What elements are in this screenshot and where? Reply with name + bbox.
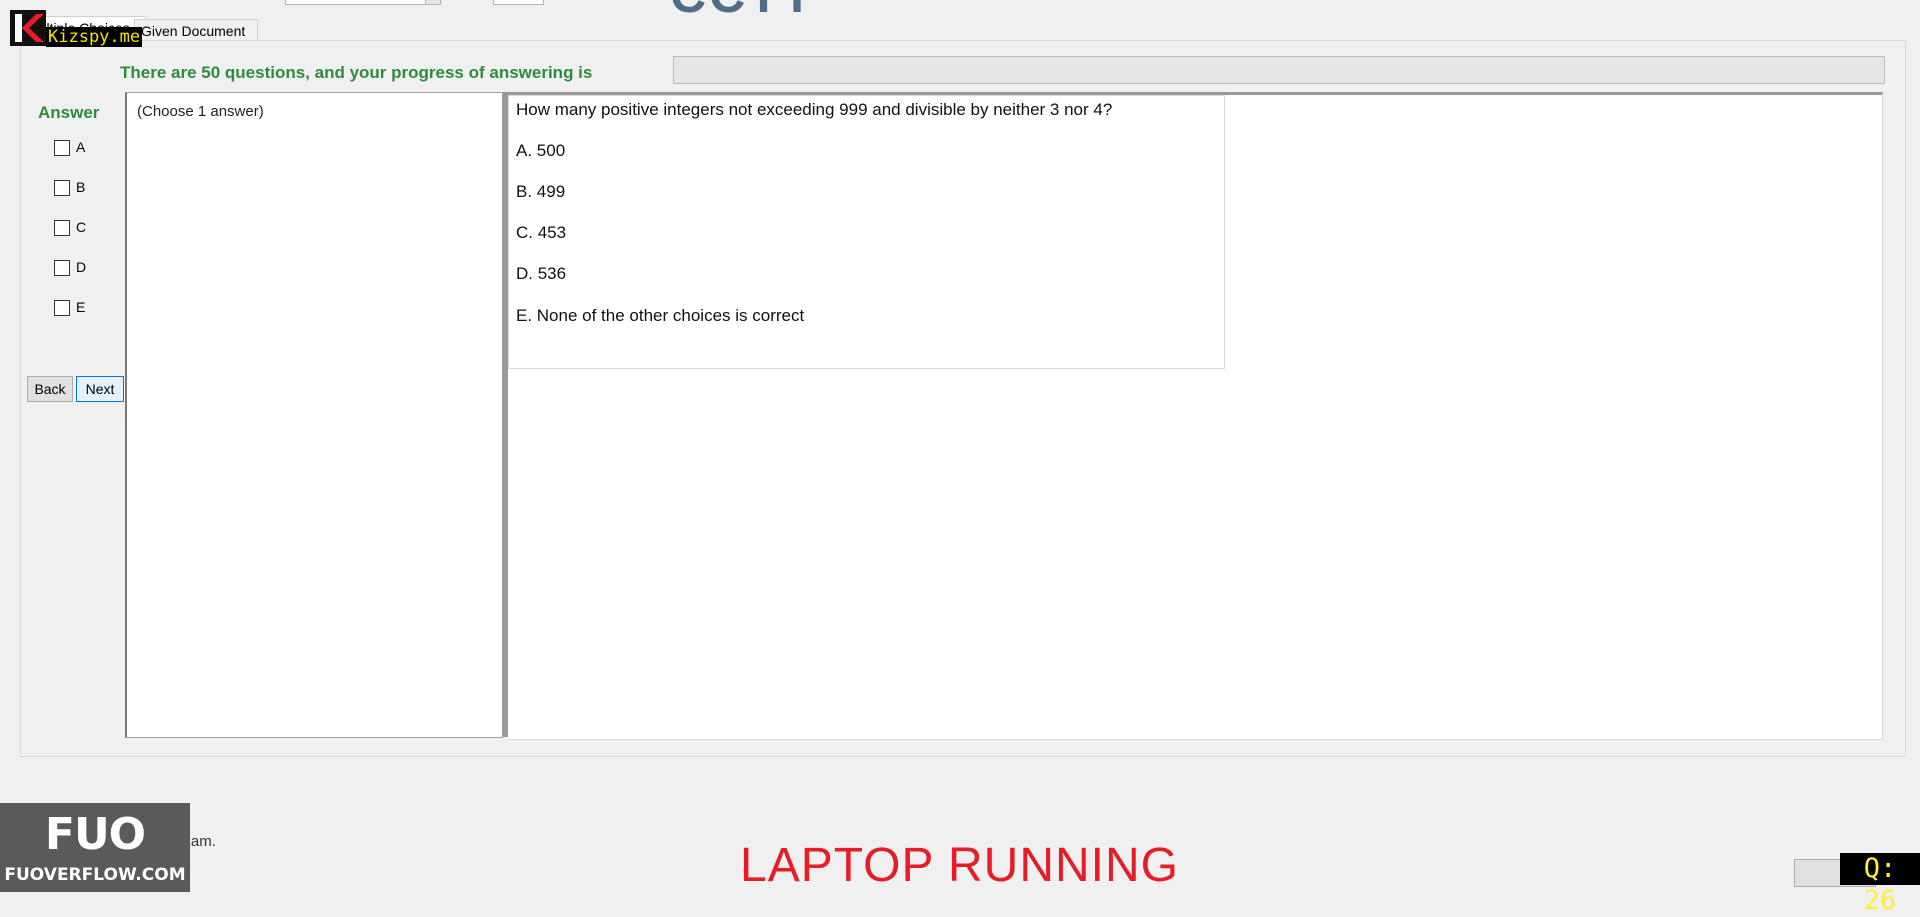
progress-label: There are 50 questions, and your progres… [120,63,593,82]
choose-panel: (Choose 1 answer) [125,92,503,738]
answer-option-c[interactable]: C [54,219,87,237]
answer-option-label: E [76,299,86,315]
checkbox-icon[interactable] [54,260,70,277]
top-small-control[interactable] [493,0,544,5]
progress-bar [673,56,1885,84]
answer-option-a[interactable]: A [54,139,86,157]
checkbox-icon[interactable] [54,300,70,317]
answer-option-label: B [76,179,86,195]
fuo-logo-text: FUO [44,809,146,860]
checkbox-icon[interactable] [54,220,70,237]
kizspy-text: Kizspy.me [46,27,143,47]
chevron-down-icon[interactable] [425,0,440,4]
question-box: How many positive integers not exceeding… [508,95,1225,369]
question-choice-c: C. 453 [516,223,567,242]
answer-option-e[interactable]: E [54,299,86,317]
top-combobox[interactable] [285,0,441,5]
answer-option-label: C [76,219,87,235]
answer-option-label: A [76,139,86,155]
question-choice-b: B. 499 [516,182,566,201]
window-title: CCTT [670,0,815,24]
fuoverflow-logo: FUO FUOVERFLOW.COM [0,803,190,892]
answer-option-b[interactable]: B [54,179,86,197]
question-choice-d: D. 536 [516,264,567,283]
back-button[interactable]: Back [27,376,73,402]
answer-option-d[interactable]: D [54,259,87,277]
tab-given-document[interactable]: Given Document [134,19,258,42]
choose-hint: (Choose 1 answer) [137,103,264,120]
status-banner: LAPTOP RUNNING [740,839,1179,892]
k-logo-icon [10,10,46,46]
checkbox-icon[interactable] [54,180,70,197]
next-button[interactable]: Next [76,376,124,402]
fuo-site-text: FUOVERFLOW.COM [4,865,186,885]
question-choice-e: E. None of the other choices is correct [516,306,805,325]
question-choice-a: A. 500 [516,141,566,160]
answer-option-label: D [76,259,87,275]
answer-label: Answer [38,103,100,122]
question-text: How many positive integers not exceeding… [516,100,1113,119]
question-counter: Q: 26 [1840,853,1920,916]
checkbox-icon[interactable] [54,140,70,157]
